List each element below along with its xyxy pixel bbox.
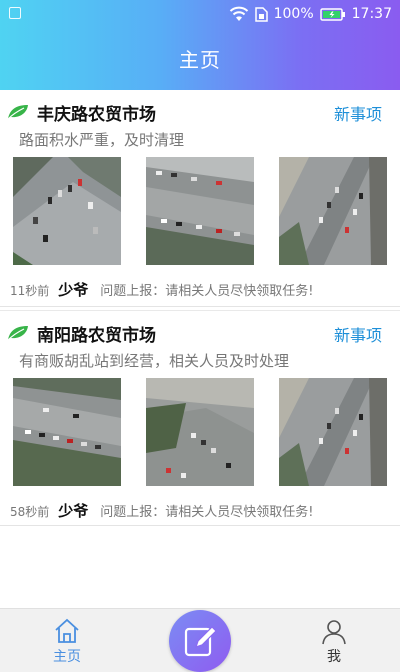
user-icon — [322, 620, 346, 645]
issue-photo[interactable] — [279, 378, 387, 486]
post-user[interactable]: 少爷 — [58, 279, 88, 300]
feed-card[interactable]: 南阳路农贸市场 新事项 有商贩胡乱站到经营，相关人员及时处理 58秒前 少爷 问… — [0, 310, 400, 526]
sim-icon — [254, 6, 268, 22]
market-name: 丰庆路农贸市场 — [37, 105, 156, 125]
wifi-icon — [229, 6, 248, 21]
tab-home[interactable]: 主页 — [27, 609, 107, 672]
post-time: 58秒前 — [10, 505, 50, 519]
compose-button[interactable] — [169, 610, 231, 672]
tab-me-label: 我 — [327, 649, 341, 665]
battery-icon — [319, 7, 345, 21]
edit-icon — [184, 626, 217, 657]
new-item-link[interactable]: 新事项 — [334, 322, 382, 346]
post-time: 11秒前 — [10, 284, 50, 298]
post-meta: 58秒前 少爷 问题上报：请相关人员尽快领取任务! — [10, 500, 314, 522]
tab-me[interactable]: 我 — [294, 609, 374, 672]
photo-grid — [13, 157, 387, 265]
card-header: 丰庆路农贸市场 新事项 — [0, 98, 400, 126]
post-user[interactable]: 少爷 — [58, 500, 88, 521]
notification-icon — [9, 7, 21, 19]
card-header: 南阳路农贸市场 新事项 — [0, 319, 400, 347]
photo-grid — [13, 378, 387, 486]
report-text: 问题上报：请相关人员尽快领取任务! — [100, 505, 314, 520]
app-header: 100% 17:37 主页 — [0, 0, 400, 90]
leaf-icon — [7, 105, 28, 120]
status-right: 100% 17:37 — [229, 4, 392, 24]
issue-photo[interactable] — [279, 157, 387, 265]
feed-card[interactable]: 丰庆路农贸市场 新事项 路面积水严重，及时清理 11秒前 少爷 问题上报：请相关… — [0, 90, 400, 307]
battery-percent: 100% — [273, 6, 314, 22]
tab-home-label: 主页 — [53, 649, 81, 665]
page-title: 主页 — [179, 48, 221, 72]
issue-description: 路面积水严重，及时清理 — [19, 131, 185, 149]
post-meta: 11秒前 少爷 问题上报：请相关人员尽快领取任务! — [10, 279, 314, 301]
status-bar: 100% 17:37 — [0, 0, 400, 28]
issue-description: 有商贩胡乱站到经营，相关人员及时处理 — [19, 352, 290, 370]
issue-photo[interactable] — [146, 378, 254, 486]
issue-photo[interactable] — [13, 157, 121, 265]
leaf-icon — [7, 326, 28, 341]
issue-photo[interactable] — [146, 157, 254, 265]
home-icon — [55, 618, 79, 643]
new-item-link[interactable]: 新事项 — [334, 101, 382, 125]
market-name: 南阳路农贸市场 — [37, 326, 156, 346]
report-text: 问题上报：请相关人员尽快领取任务! — [100, 284, 314, 299]
issue-photo[interactable] — [13, 378, 121, 486]
status-time: 17:37 — [351, 6, 392, 22]
